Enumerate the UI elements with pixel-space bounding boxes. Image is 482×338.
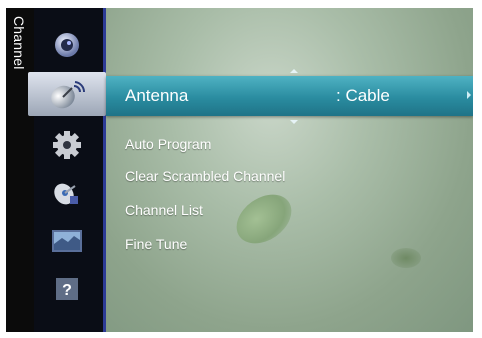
- setup-gear-icon[interactable]: [48, 130, 86, 160]
- support-help-icon[interactable]: ?: [48, 274, 86, 304]
- tv-menu-screen: Channel ? Antenna: Cable Auto Program C…: [6, 8, 473, 332]
- menu-item-antenna-selected[interactable]: Antenna : Cable: [106, 76, 473, 116]
- antenna-label: Antenna: [125, 86, 189, 105]
- section-label: Channel: [11, 16, 27, 70]
- menu-item-channel-list[interactable]: Channel List: [125, 202, 203, 218]
- menu-item-clear-scrambled-channel[interactable]: Clear Scrambled Channel: [125, 168, 285, 184]
- picture-icon[interactable]: [48, 30, 86, 60]
- icon-sidebar: ?: [28, 8, 106, 332]
- input-satellite-icon[interactable]: [48, 178, 86, 208]
- scroll-up-arrow-icon[interactable]: [290, 69, 298, 73]
- background-leaf: [227, 184, 301, 254]
- background-leaf-small: [391, 248, 421, 268]
- svg-text:?: ?: [62, 282, 72, 299]
- application-image-icon[interactable]: [48, 226, 86, 256]
- menu-item-fine-tune[interactable]: Fine Tune: [125, 236, 187, 252]
- channel-antenna-icon[interactable]: [48, 80, 86, 110]
- scroll-down-arrow-icon[interactable]: [290, 120, 298, 124]
- menu-item-auto-program[interactable]: Auto Program: [125, 136, 211, 152]
- menu-content-area: Antenna : Cable Auto Program Clear Scram…: [106, 8, 473, 332]
- right-arrow-icon[interactable]: [467, 91, 471, 99]
- antenna-value: : Cable: [336, 86, 390, 105]
